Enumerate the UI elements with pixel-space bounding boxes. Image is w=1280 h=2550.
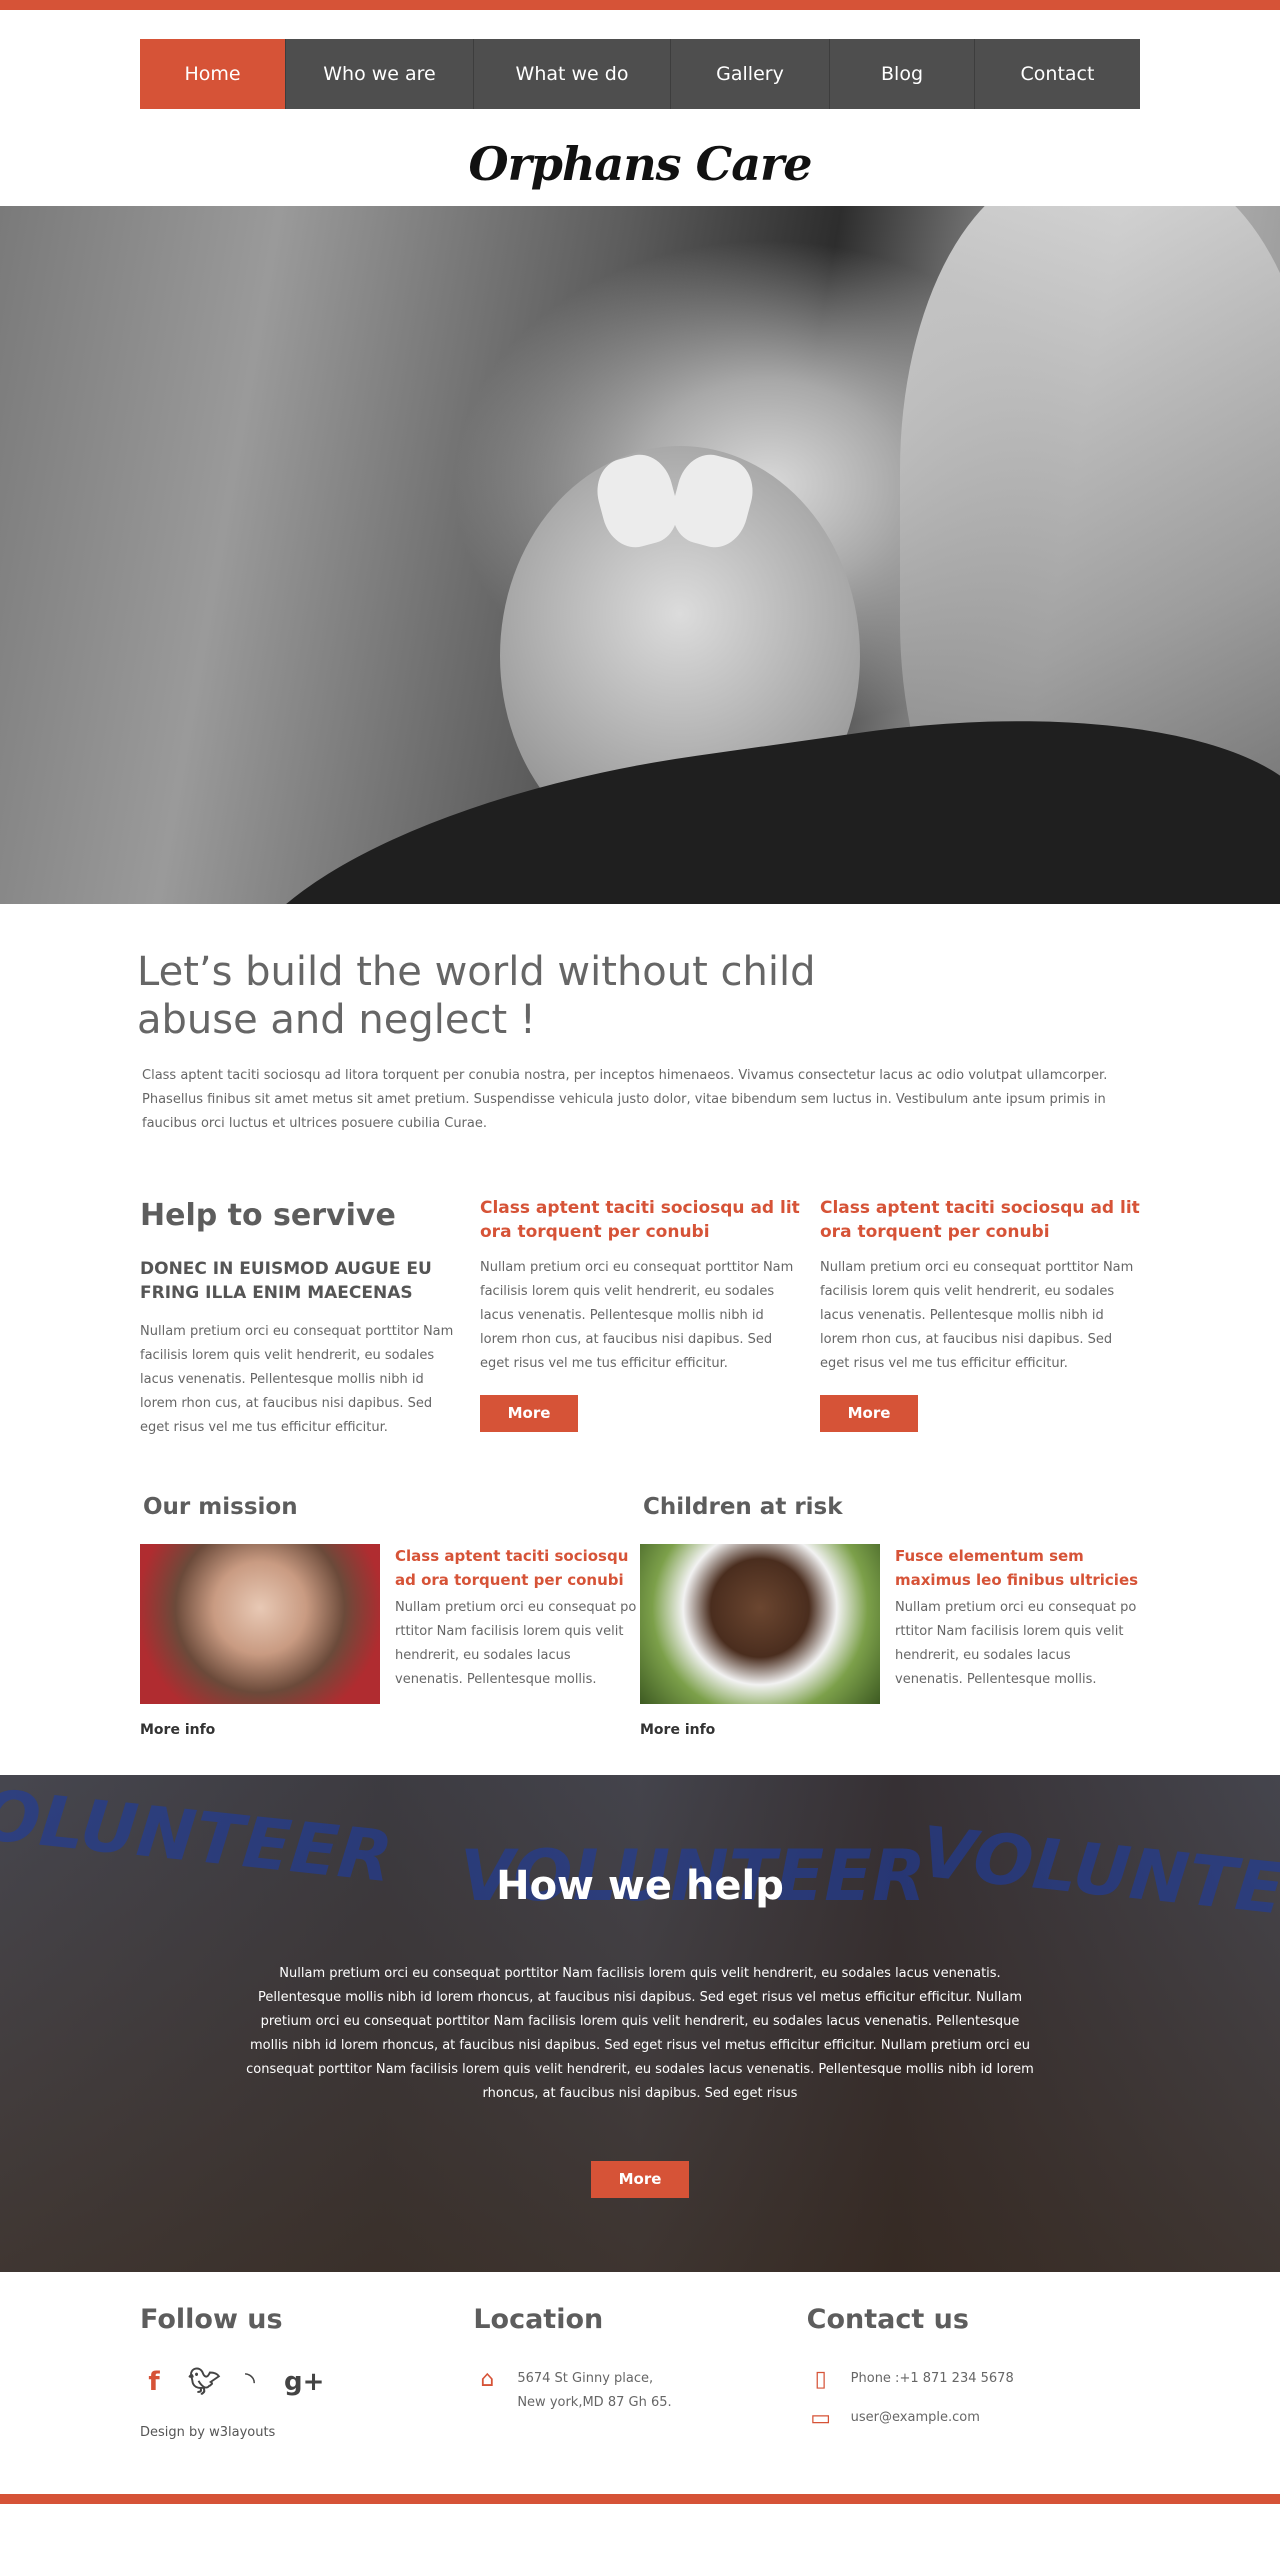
site-logo[interactable]: Orphans Care xyxy=(140,137,1140,206)
risk-image xyxy=(640,1544,880,1704)
location-heading: Location xyxy=(473,2304,604,2335)
risk-more-info-link[interactable]: More info xyxy=(640,1722,1140,1738)
nav-item-contact[interactable]: Contact xyxy=(975,39,1140,109)
hero-image-bow xyxy=(600,456,750,546)
nav-item-gallery[interactable]: Gallery xyxy=(671,39,830,109)
children-at-risk: Children at risk Fusce elementum sem max… xyxy=(640,1494,1140,1738)
nav-item-who-we-are[interactable]: Who we are xyxy=(286,39,474,109)
intro-heading: Let’s build the world without child abus… xyxy=(137,949,816,1043)
facebook-icon[interactable]: f xyxy=(140,2367,168,2397)
top-accent-bar xyxy=(0,0,1280,10)
bottom-accent-bar xyxy=(0,2494,1280,2504)
service-more-button[interactable]: More xyxy=(820,1395,918,1432)
our-mission: Our mission Class aptent taciti sociosqu… xyxy=(140,1494,640,1738)
services-heading: Help to servive xyxy=(140,1198,396,1233)
help-text: Nullam pretium orci eu consequat porttit… xyxy=(246,1966,1034,2101)
contact-heading: Contact us xyxy=(806,2304,969,2335)
service-card-text: Nullam pretium orci eu consequat porttit… xyxy=(820,1260,1134,1371)
service-card: Class aptent taciti sociosqu ad lit ora … xyxy=(480,1188,800,1440)
footer-contact: Contact us ▯ Phone :+1 871 234 5678 ▭ us… xyxy=(807,2304,1140,2440)
mission-image xyxy=(140,1544,380,1704)
phone-text: Phone :+1 871 234 5678 xyxy=(850,2371,1014,2386)
mission-more-info-link[interactable]: More info xyxy=(140,1722,640,1738)
risk-body: Fusce elementum sem maximus leo finibus … xyxy=(895,1544,1140,1704)
services-subheading: DONEC IN EUISMOD AUGUE EU FRING ILLA ENI… xyxy=(140,1259,432,1303)
mission-heading: Our mission xyxy=(143,1494,298,1520)
footer: Follow us f 🐦︎ ◝ g+ Design by w3layouts … xyxy=(140,2304,1140,2440)
address-line-1: 5674 St Ginny place, xyxy=(517,2371,654,2386)
phone-info: ▯ Phone :+1 871 234 5678 xyxy=(807,2367,1140,2392)
nav-item-blog[interactable]: Blog xyxy=(830,39,975,109)
nav-item-what-we-do[interactable]: What we do xyxy=(474,39,671,109)
nav-item-home[interactable]: Home xyxy=(140,39,286,109)
monitor-icon: ▭ xyxy=(810,2406,832,2431)
social-links: f 🐦︎ ◝ g+ xyxy=(140,2367,473,2397)
twitter-icon[interactable]: 🐦︎ xyxy=(188,2367,221,2397)
services-text: Nullam pretium orci eu consequat porttit… xyxy=(140,1324,454,1435)
footer-follow: Follow us f 🐦︎ ◝ g+ Design by w3layouts xyxy=(140,2304,473,2440)
mission-section: Our mission Class aptent taciti sociosqu… xyxy=(140,1494,1140,1738)
mission-body: Class aptent taciti sociosqu ad ora torq… xyxy=(395,1544,640,1704)
mission-title: Class aptent taciti sociosqu ad ora torq… xyxy=(395,1547,629,1589)
address-text: 5674 St Ginny place, New york,MD 87 Gh 6… xyxy=(517,2367,671,2415)
service-card: Class aptent taciti sociosqu ad lit ora … xyxy=(820,1188,1140,1440)
mission-media: Class aptent taciti sociosqu ad ora torq… xyxy=(140,1544,640,1704)
email-text[interactable]: user@example.com xyxy=(851,2406,980,2430)
risk-heading: Children at risk xyxy=(643,1494,843,1520)
address-info: ⌂ 5674 St Ginny place, New york,MD 87 Gh… xyxy=(473,2367,806,2415)
service-card-title: Class aptent taciti sociosqu ad lit ora … xyxy=(480,1198,800,1242)
service-card-title: Class aptent taciti sociosqu ad lit ora … xyxy=(820,1198,1140,1242)
mobile-phone-icon: ▯ xyxy=(814,2367,827,2392)
service-card-text: Nullam pretium orci eu consequat porttit… xyxy=(480,1260,794,1371)
mission-text: Nullam pretium orci eu consequat po rtti… xyxy=(395,1600,637,1687)
intro-text: Class aptent taciti sociosqu ad litora t… xyxy=(142,1068,1108,1131)
help-heading: How we help xyxy=(496,1863,784,1909)
how-we-help-section: OLUNTEER VOLUNTEER VOLUNTEER How we help… xyxy=(0,1775,1280,2272)
service-more-button[interactable]: More xyxy=(480,1395,578,1432)
risk-media: Fusce elementum sem maximus leo finibus … xyxy=(640,1544,1140,1704)
services-intro: Help to servive DONEC IN EUISMOD AUGUE E… xyxy=(140,1188,460,1440)
design-credit[interactable]: Design by w3layouts xyxy=(140,2425,473,2440)
footer-location: Location ⌂ 5674 St Ginny place, New york… xyxy=(473,2304,806,2440)
risk-text: Nullam pretium orci eu consequat po rtti… xyxy=(895,1600,1137,1687)
services-section: Help to servive DONEC IN EUISMOD AUGUE E… xyxy=(140,1188,1140,1440)
rss-icon[interactable]: ◝ xyxy=(236,2367,264,2397)
main-nav: Home Who we are What we do Gallery Blog … xyxy=(140,39,1140,109)
hero-slider xyxy=(0,206,1280,904)
address-line-2: New york,MD 87 Gh 65. xyxy=(517,2395,672,2410)
help-more-button[interactable]: More xyxy=(591,2161,689,2198)
google-plus-icon[interactable]: g+ xyxy=(284,2367,324,2397)
follow-heading: Follow us xyxy=(140,2304,283,2335)
home-icon: ⌂ xyxy=(480,2367,495,2392)
risk-title: Fusce elementum sem maximus leo finibus … xyxy=(895,1547,1139,1589)
email-info: ▭ user@example.com xyxy=(807,2406,1140,2431)
intro-section: Let’s build the world without child abus… xyxy=(137,948,1140,1136)
